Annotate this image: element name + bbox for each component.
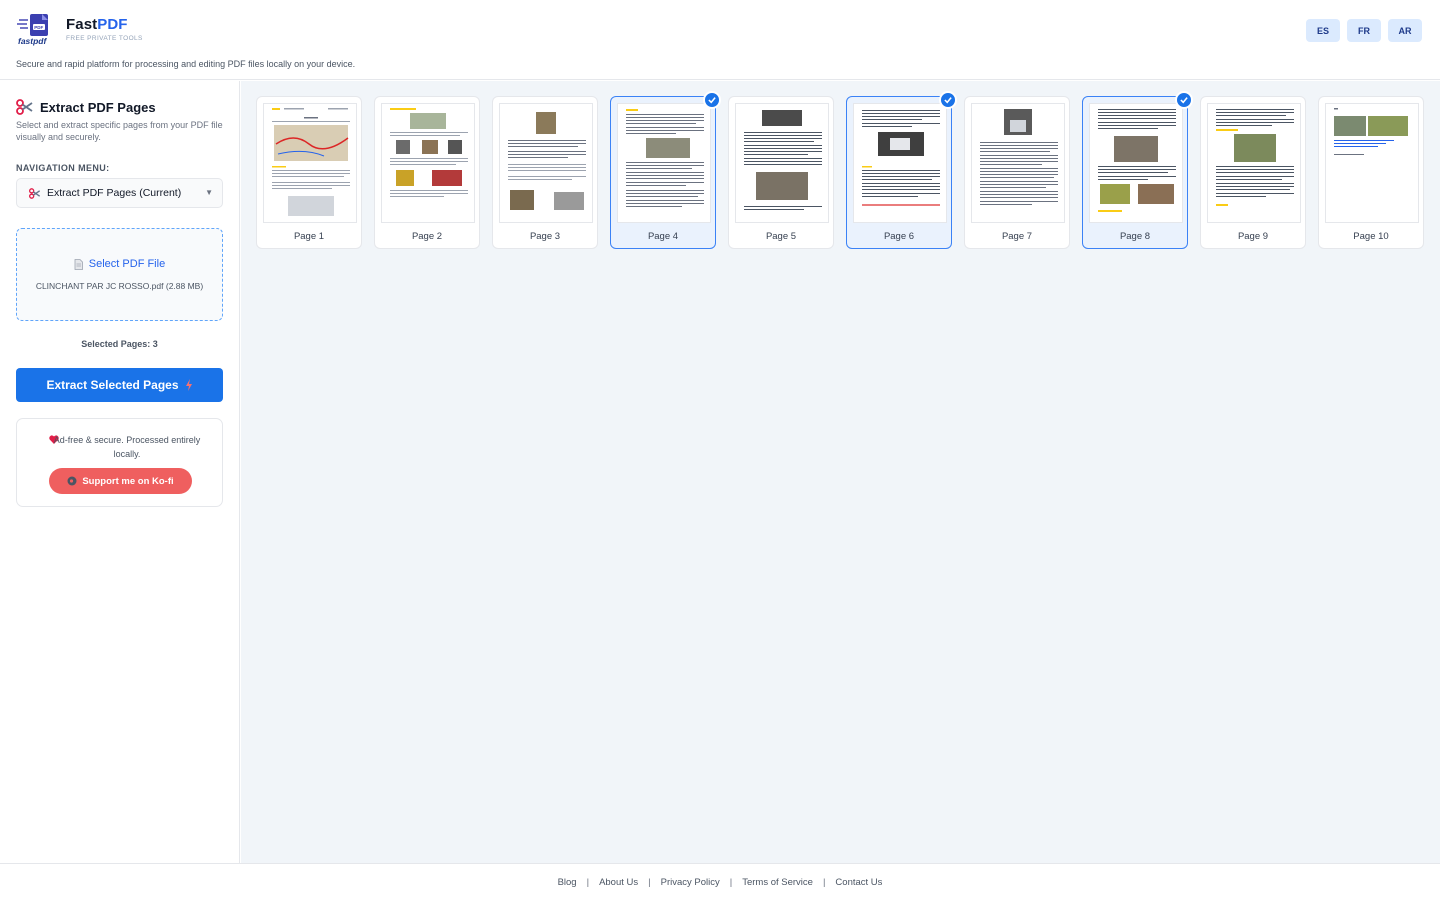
scissors-icon [16,99,33,115]
chevron-down-icon: ▼ [205,188,213,197]
kofi-button-label: Support me on Ko-fi [82,475,174,487]
language-fr-button[interactable]: FR [1347,19,1381,42]
extract-selected-pages-button[interactable]: Extract Selected Pages [16,368,223,402]
checkmark-icon [703,91,721,109]
extract-button-label: Extract Selected Pages [46,378,179,392]
file-icon [74,258,83,270]
page-label: Page 7 [1001,231,1033,242]
page-label: Page 5 [765,231,797,242]
page-card[interactable]: Page 3 [492,96,598,249]
page-card[interactable]: Page 9 [1200,96,1306,249]
footer-link-blog[interactable]: Blog [558,877,577,888]
select-pdf-file-button[interactable]: Select PDF File [17,258,222,270]
page-thumbnail [499,103,593,223]
lightning-icon [185,379,192,391]
footer-link-terms[interactable]: Terms of Service [742,877,813,888]
navigation-menu-label: NAVIGATION MENU: [16,163,110,173]
page-thumbnail [853,103,947,223]
footer-link-contact[interactable]: Contact Us [835,877,882,888]
brand-tagline: FREE PRIVATE TOOLS [66,35,143,42]
logo-wordmark: fastpdf [18,36,48,46]
tool-title: Extract PDF Pages [40,99,156,115]
scissors-icon [29,187,41,199]
checkmark-icon [939,91,957,109]
page-card[interactable]: Page 4 [610,91,721,249]
page-label: Page 8 [1119,231,1151,242]
selected-pages-count: Selected Pages: 3 [81,339,158,349]
page-card[interactable]: Page 5 [728,96,834,249]
page-label: Page 1 [293,231,325,242]
page-label: Page 3 [529,231,561,242]
page-grid: Page 1 Page 2 Page 3 Page 4 Page 5 Page … [241,81,1440,863]
page-card[interactable]: Page 1 [256,96,362,249]
page-thumbnail [1325,103,1419,223]
page-card[interactable]: Page 10 [1318,96,1424,249]
footer-separator: | [822,876,826,888]
fastpdf-logo-icon[interactable]: PDF fastpdf [16,12,56,46]
brand[interactable]: FastPDF FREE PRIVATE TOOLS [66,16,143,42]
footer-separator: | [586,876,590,888]
selected-file-name: CLINCHANT PAR JC ROSSO.pdf (2.88 MB) [35,281,204,291]
privacy-note: Ad-free & secure. Processed entirely loc… [53,435,201,459]
footer-separator: | [648,876,651,888]
pdf-file-dropzone[interactable]: Select PDF File CLINCHANT PAR JC ROSSO.p… [16,228,223,321]
support-card: Ad-free & secure. Processed entirely loc… [16,418,223,507]
svg-text:PDF: PDF [34,25,43,30]
page-label: Page 9 [1237,231,1269,242]
page-card[interactable]: Page 8 [1082,91,1193,249]
language-ar-button[interactable]: AR [1388,19,1422,42]
language-es-button[interactable]: ES [1306,19,1340,42]
page-thumbnail [1207,103,1301,223]
page-label: Page 10 [1353,231,1389,242]
page-card[interactable]: Page 7 [964,96,1070,249]
kofi-support-button[interactable]: Support me on Ko-fi [49,468,192,494]
navigation-menu-select[interactable]: Extract PDF Pages (Current) ▼ [16,178,223,208]
site-tagline: Secure and rapid platform for processing… [16,59,356,69]
footer-link-privacy[interactable]: Privacy Policy [661,877,720,888]
page-thumbnail [735,103,829,223]
checkmark-icon [1175,91,1193,109]
page-card[interactable]: Page 6 [846,91,957,249]
page-label: Page 6 [883,231,915,242]
sidebar: Extract PDF Pages Select and extract spe… [0,81,240,863]
page-card[interactable]: Page 2 [374,96,480,249]
page-thumbnail [381,103,475,223]
page-thumbnail [1089,103,1183,223]
page-thumbnail [263,103,357,223]
footer: Blog | About Us | Privacy Policy | Terms… [0,863,1440,900]
page-label: Page 2 [411,231,443,242]
tool-description: Select and extract specific pages from y… [16,120,223,142]
kofi-cup-icon [67,476,77,486]
brand-name: FastPDF [66,16,128,33]
page-label: Page 4 [647,231,679,242]
app-header: PDF fastpdf FastPDF FREE PRIVATE TOOLS S… [0,0,1440,80]
navigation-menu-value: Extract PDF Pages (Current) [47,187,182,199]
footer-link-about[interactable]: About Us [599,877,638,888]
page-thumbnail [971,103,1065,223]
select-pdf-file-label: Select PDF File [88,258,166,270]
footer-separator: | [729,876,733,888]
tool-title-row: Extract PDF Pages [16,99,156,115]
page-thumbnail [617,103,711,223]
